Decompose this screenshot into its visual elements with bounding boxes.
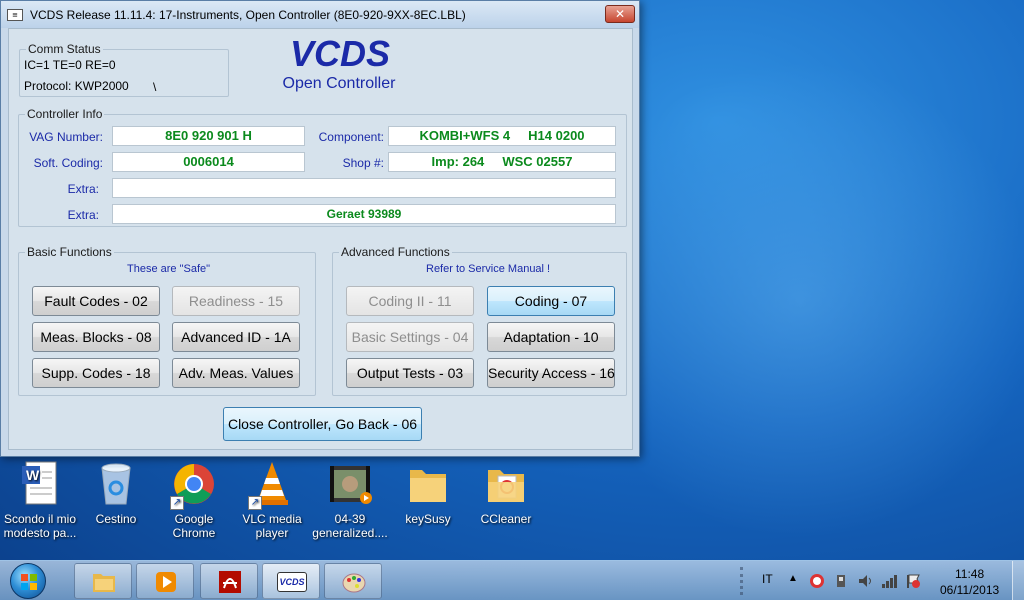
supp-codes-button[interactable]: Supp. Codes - 18 — [32, 358, 160, 388]
icon-label-line1: VLC media — [242, 512, 302, 526]
controller-info-label: Controller Info — [25, 107, 105, 121]
basic-functions-hint: These are "Safe" — [127, 263, 211, 275]
extra2-field: Geraet 93989 — [112, 204, 616, 224]
taskbar-vcds[interactable]: VCDS — [262, 563, 320, 599]
network-signal-tray-icon[interactable] — [881, 573, 897, 589]
svg-text:W: W — [26, 467, 40, 483]
paint-icon — [342, 570, 366, 594]
windows-logo-icon — [10, 563, 46, 599]
taskbar-paint[interactable] — [324, 563, 382, 599]
comm-status-label: Comm Status — [26, 42, 103, 56]
icon-label-line2: player — [255, 526, 289, 540]
window-client-area: Comm Status IC=1 TE=0 RE=0 Protocol: KWP… — [8, 28, 633, 450]
icon-label-line1: Scondo il mio — [3, 512, 77, 526]
antivirus-tray-icon[interactable] — [809, 573, 825, 589]
component-label: Component: — [318, 130, 384, 144]
explorer-icon — [92, 570, 116, 594]
adaptation-button[interactable]: Adaptation - 10 — [487, 322, 615, 352]
comm-status-counters: IC=1 TE=0 RE=0 — [24, 58, 116, 72]
close-controller-button[interactable]: Close Controller, Go Back - 06 — [223, 407, 422, 441]
basic-settings-button[interactable]: Basic Settings - 04 — [346, 322, 474, 352]
desktop-icon-video[interactable]: 04-39 generalized.... — [310, 460, 390, 540]
soft-coding-field: 0006014 — [112, 152, 305, 172]
taskbar: VCDS IT ▲ 11:48 06/11/2013 — [0, 560, 1024, 600]
taskbar-acrobat[interactable] — [200, 563, 258, 599]
basic-functions-label: Basic Functions — [25, 245, 114, 259]
adv-meas-values-button[interactable]: Adv. Meas. Values — [172, 358, 300, 388]
desktop-icon-chrome[interactable]: ↗ Google Chrome — [154, 460, 234, 540]
icon-label-line1: CCleaner — [480, 512, 532, 526]
advanced-id-button[interactable]: Advanced ID - 1A — [172, 322, 300, 352]
shortcut-arrow-icon: ↗ — [170, 496, 184, 510]
vag-number-label: VAG Number: — [29, 130, 103, 144]
chrome-icon: ↗ — [170, 460, 216, 510]
icon-label-line1: Cestino — [95, 512, 137, 526]
vcds-icon: VCDS — [277, 570, 307, 594]
desktop-icon-vlc[interactable]: ↗ VLC media player — [232, 460, 312, 540]
coding-ii-button[interactable]: Coding II - 11 — [346, 286, 474, 316]
desktop-icon-keysusy[interactable]: keySusy — [388, 460, 468, 526]
recycle-bin-icon — [94, 460, 138, 508]
action-center-tray-icon[interactable] — [905, 573, 921, 589]
title-bar[interactable]: ≡ VCDS Release 11.11.4: 17-Instruments, … — [1, 1, 639, 28]
shop-label: Shop #: — [342, 156, 384, 170]
video-file-icon — [328, 460, 372, 508]
vcds-subtitle: Open Controller — [282, 75, 396, 92]
protocol-text: Protocol: KWP2000 — [24, 79, 129, 93]
media-player-icon — [154, 570, 178, 594]
vlc-icon: ↗ — [248, 460, 294, 510]
start-button[interactable] — [4, 561, 52, 600]
folder-icon — [406, 460, 450, 508]
tray-gripper — [740, 567, 748, 595]
folder-icon — [484, 460, 528, 508]
meas-blocks-button[interactable]: Meas. Blocks - 08 — [32, 322, 160, 352]
comm-status-group: Comm Status IC=1 TE=0 RE=0 Protocol: KWP… — [19, 42, 229, 97]
coding-button[interactable]: Coding - 07 — [487, 286, 615, 316]
controller-info-group: Controller Info VAG Number: 8E0 920 901 … — [18, 107, 627, 227]
language-indicator[interactable]: IT — [762, 572, 773, 586]
advanced-functions-label: Advanced Functions — [339, 245, 452, 259]
window-title: VCDS Release 11.11.4: 17-Instruments, Op… — [30, 7, 466, 22]
word-document-icon: W — [18, 460, 62, 508]
advanced-functions-hint: Refer to Service Manual ! — [426, 263, 551, 275]
readiness-button[interactable]: Readiness - 15 — [172, 286, 300, 316]
shop-field: Imp: 264 WSC 02557 — [388, 152, 616, 172]
usb-device-tray-icon[interactable] — [833, 573, 849, 589]
icon-label-line2: generalized.... — [312, 526, 388, 540]
vcds-logo-title: VCDS — [289, 33, 391, 74]
taskbar-explorer[interactable] — [74, 563, 132, 599]
taskbar-media-player[interactable] — [136, 563, 194, 599]
volume-tray-icon[interactable] — [857, 573, 873, 589]
icon-label-line2: modesto pa... — [3, 526, 77, 540]
advanced-functions-group: Advanced Functions Refer to Service Manu… — [332, 245, 627, 396]
icon-label-line2: Chrome — [172, 526, 216, 540]
basic-functions-group: Basic Functions These are "Safe" Fault C… — [18, 245, 316, 396]
icon-label-line1: keySusy — [405, 512, 451, 526]
vcds-app-icon: ≡ — [7, 8, 23, 21]
close-window-button[interactable]: ✕ — [605, 5, 635, 23]
desktop-icon-word-doc[interactable]: W Scondo il mio modesto pa... — [0, 460, 80, 540]
clock-time[interactable]: 11:48 — [955, 567, 984, 581]
icon-label-line1: 04-39 — [334, 512, 366, 526]
show-hidden-icons-arrow[interactable]: ▲ — [788, 573, 798, 584]
icon-label-line1: Google — [174, 512, 214, 526]
shortcut-arrow-icon: ↗ — [248, 496, 262, 510]
output-tests-button[interactable]: Output Tests - 03 — [346, 358, 474, 388]
show-desktop-button[interactable] — [1012, 561, 1024, 600]
extra1-field — [112, 178, 616, 198]
security-access-button[interactable]: Security Access - 16 — [487, 358, 615, 388]
clock-date[interactable]: 06/11/2013 — [940, 583, 999, 597]
desktop-icon-ccleaner[interactable]: CCleaner — [466, 460, 546, 526]
fault-codes-button[interactable]: Fault Codes - 02 — [32, 286, 160, 316]
extra2-label: Extra: — [67, 208, 99, 222]
soft-coding-label: Soft. Coding: — [33, 156, 103, 170]
extra1-label: Extra: — [67, 182, 99, 196]
vcds-window: ≡ VCDS Release 11.11.4: 17-Instruments, … — [0, 0, 640, 457]
vag-number-field: 8E0 920 901 H — [112, 126, 305, 146]
component-field: KOMBI+WFS 4 H14 0200 — [388, 126, 616, 146]
activity-indicator: \ — [153, 80, 157, 94]
vcds-taskbar-text: VCDS — [277, 572, 307, 592]
acrobat-icon — [218, 570, 242, 594]
desktop-icon-recycle-bin[interactable]: Cestino — [76, 460, 156, 526]
